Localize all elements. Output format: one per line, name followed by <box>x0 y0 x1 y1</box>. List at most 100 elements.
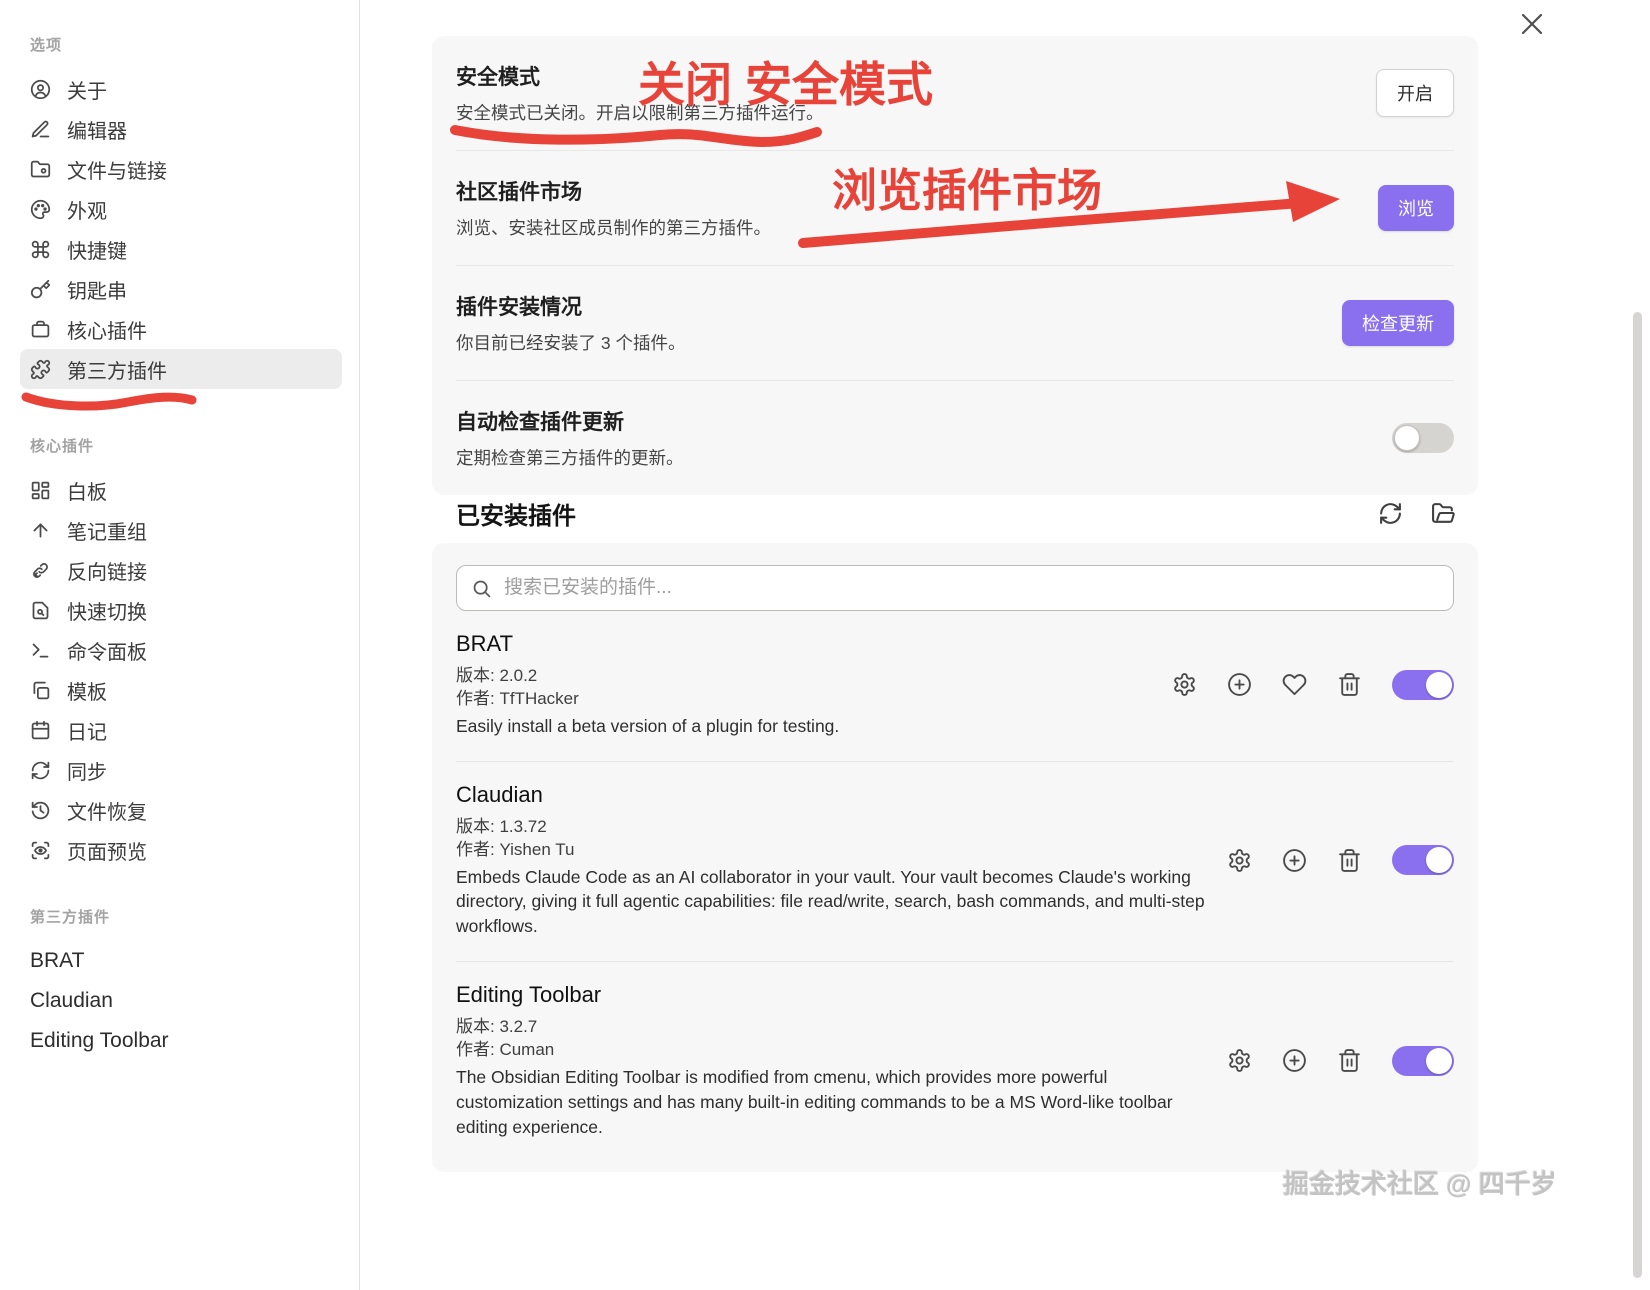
setting-desc: 浏览、安装社区成员制作的第三方插件。 <box>456 218 771 238</box>
sidebar-item-quick-switcher[interactable]: 快速切换 <box>20 590 342 630</box>
puzzle-icon <box>30 359 51 380</box>
plugin-description: The Obsidian Editing Toolbar is modified… <box>456 1067 1173 1137</box>
plugin-description: Easily install a beta version of a plugi… <box>456 715 840 736</box>
toggle-knob <box>1426 671 1452 698</box>
sidebar-item-claudian[interactable]: Claudian <box>20 981 342 1021</box>
sidebar-item-note-composer[interactable]: 笔记重组 <box>20 510 342 550</box>
installed-plugins-title: 已安装插件 <box>456 503 576 530</box>
close-icon[interactable] <box>1516 8 1548 40</box>
plugin-row-brat: BRAT 版本: 2.0.2 作者: TfTHacker Easily inst… <box>456 611 1454 762</box>
palette-icon <box>30 199 51 220</box>
sidebar-item-label: 模板 <box>67 681 107 704</box>
setting-desc: 你目前已经安装了 3 个插件。 <box>456 333 686 353</box>
preview-icon <box>30 840 51 861</box>
plugin-author: 作者: TfTHacker <box>456 688 579 708</box>
heart-icon[interactable] <box>1282 672 1307 697</box>
plugin-row-editing-toolbar: Editing Toolbar 版本: 3.2.7 作者: Cuman The … <box>456 962 1454 1161</box>
sidebar-item-daily-notes[interactable]: 日记 <box>20 710 342 750</box>
sidebar-item-label: BRAT <box>30 949 85 972</box>
plugin-search-box <box>456 565 1454 611</box>
sidebar-item-hotkeys[interactable]: 快捷键 <box>20 229 342 269</box>
backlink-icon <box>30 560 51 581</box>
sidebar-item-keychain[interactable]: 钥匙串 <box>20 269 342 309</box>
setting-title: 自动检查插件更新 <box>456 411 624 434</box>
pencil-icon <box>30 119 51 140</box>
sidebar-item-brat[interactable]: BRAT <box>20 941 342 981</box>
toggle-knob <box>1426 847 1452 874</box>
plugin-enable-toggle[interactable] <box>1392 845 1454 876</box>
sidebar-item-label: 快捷键 <box>67 240 127 263</box>
browse-plugins-button[interactable]: 浏览 <box>1378 185 1454 231</box>
plugin-author: 作者: Cuman <box>456 1040 555 1060</box>
sidebar-item-editor[interactable]: 编辑器 <box>20 109 342 149</box>
file-search-icon <box>30 600 51 621</box>
auto-update-toggle[interactable] <box>1392 423 1454 453</box>
terminal-icon <box>30 640 51 661</box>
scrollbar-thumb[interactable] <box>1633 312 1642 1278</box>
check-updates-button[interactable]: 检查更新 <box>1342 300 1454 346</box>
dashboard-icon <box>30 480 51 501</box>
setting-desc: 定期检查第三方插件的更新。 <box>456 448 684 468</box>
sidebar-item-label: 反向链接 <box>67 561 147 584</box>
sidebar-item-appearance[interactable]: 外观 <box>20 189 342 229</box>
sidebar-item-community-plugins[interactable]: 第三方插件 <box>20 349 342 389</box>
copy-icon <box>30 680 51 701</box>
sidebar-item-core-plugins[interactable]: 核心插件 <box>20 309 342 349</box>
search-icon <box>473 580 491 597</box>
sidebar-item-backlinks[interactable]: 反向链接 <box>20 550 342 590</box>
plugin-version: 版本: 3.2.7 <box>456 1017 538 1037</box>
gear-icon[interactable] <box>1172 672 1197 697</box>
sidebar-item-files-links[interactable]: 文件与链接 <box>20 149 342 189</box>
plus-circle-icon[interactable] <box>1227 672 1252 697</box>
plugin-enable-toggle[interactable] <box>1392 669 1454 700</box>
setting-title: 安全模式 <box>456 66 540 89</box>
trash-icon[interactable] <box>1337 672 1362 697</box>
gear-icon[interactable] <box>1227 1048 1252 1073</box>
settings-sidebar: 选项 关于 编辑器 文件与链接 外观 快捷键 钥匙串 核心插件 第三方插件 核心… <box>0 0 360 1290</box>
sidebar-item-canvas[interactable]: 白板 <box>20 470 342 510</box>
toggle-knob <box>1426 1047 1452 1074</box>
sidebar-item-command-palette[interactable]: 命令面板 <box>20 630 342 670</box>
sidebar-section-third-party: 第三方插件 <box>30 909 111 926</box>
enable-safe-mode-button[interactable]: 开启 <box>1376 69 1454 117</box>
plus-circle-icon[interactable] <box>1282 848 1307 873</box>
plugin-enable-toggle[interactable] <box>1392 1045 1454 1076</box>
sidebar-item-label: 同步 <box>67 761 107 784</box>
plugin-name: BRAT <box>456 631 514 656</box>
installed-plugins-header: 已安装插件 <box>456 496 1456 531</box>
setting-row-safe-mode: 安全模式 安全模式已关闭。开启以限制第三方插件运行。 开启 <box>456 36 1454 151</box>
sync-icon <box>30 760 51 781</box>
plugin-version: 版本: 2.0.2 <box>456 666 538 685</box>
box-icon <box>30 319 51 340</box>
setting-row-auto-update: 自动检查插件更新 定期检查第三方插件的更新。 <box>456 381 1454 495</box>
folder-link-icon <box>30 159 51 180</box>
user-circle-icon <box>30 79 51 100</box>
setting-row-installed-status: 插件安装情况 你目前已经安装了 3 个插件。 检查更新 <box>456 266 1454 381</box>
sidebar-item-label: 第三方插件 <box>67 360 167 383</box>
search-input[interactable] <box>504 577 1439 599</box>
setting-desc: 安全模式已关闭。开启以限制第三方插件运行。 <box>456 103 824 123</box>
sidebar-item-label: 笔记重组 <box>67 521 147 544</box>
open-folder-icon[interactable] <box>1431 501 1456 526</box>
sidebar-item-file-recovery[interactable]: 文件恢复 <box>20 790 342 830</box>
sidebar-item-label: 编辑器 <box>67 120 127 143</box>
gear-icon[interactable] <box>1227 848 1252 873</box>
calendar-icon <box>30 720 51 741</box>
plugin-version: 版本: 1.3.72 <box>456 816 547 836</box>
plugin-name: Editing Toolbar <box>456 982 602 1008</box>
installed-plugins-card: BRAT 版本: 2.0.2 作者: TfTHacker Easily inst… <box>432 543 1478 1172</box>
sidebar-item-label: 日记 <box>67 721 107 744</box>
sidebar-item-sync[interactable]: 同步 <box>20 750 342 790</box>
sidebar-item-label: 钥匙串 <box>67 280 127 303</box>
sidebar-item-editing-toolbar[interactable]: Editing Toolbar <box>20 1021 342 1061</box>
sidebar-item-templates[interactable]: 模板 <box>20 670 342 710</box>
sidebar-item-about[interactable]: 关于 <box>20 69 342 109</box>
sidebar-item-label: 外观 <box>67 200 107 223</box>
sidebar-item-page-preview[interactable]: 页面预览 <box>20 830 342 870</box>
trash-icon[interactable] <box>1337 848 1362 873</box>
refresh-icon[interactable] <box>1378 501 1403 526</box>
trash-icon[interactable] <box>1337 1048 1362 1073</box>
plus-circle-icon[interactable] <box>1282 1048 1307 1073</box>
setting-title: 插件安装情况 <box>456 296 582 319</box>
sidebar-item-label: 页面预览 <box>67 841 147 864</box>
